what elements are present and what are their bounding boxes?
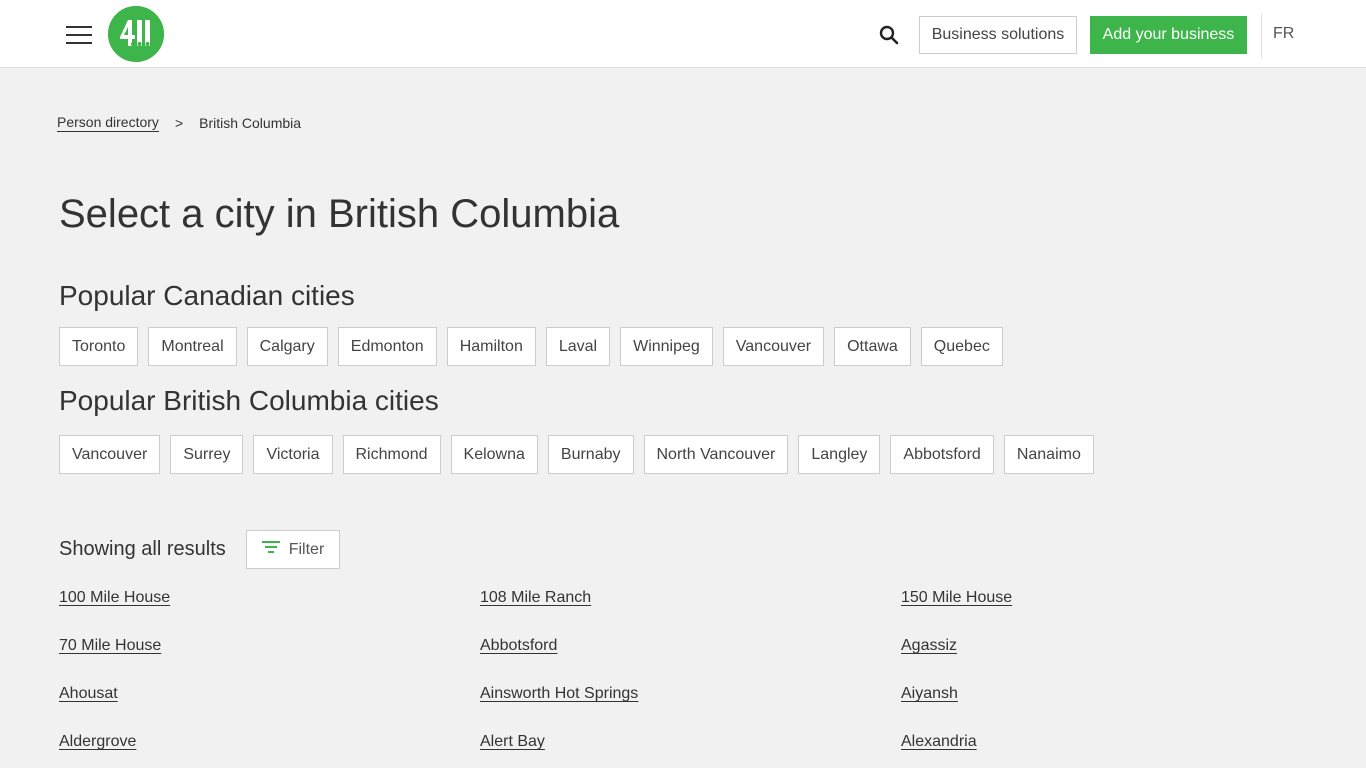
city-chip[interactable]: Abbotsford [890,435,994,474]
logo-411-mark [108,6,164,62]
city-chip[interactable]: Calgary [246,327,328,366]
city-chip[interactable]: Richmond [342,435,441,474]
city-link[interactable]: Aldergrove [59,732,480,768]
filter-button[interactable]: Filter [246,530,340,569]
city-chip[interactable]: Winnipeg [620,327,713,366]
breadcrumb-person-directory[interactable]: Person directory [57,114,159,132]
city-chip[interactable]: Hamilton [446,327,536,366]
filter-icon [261,540,280,559]
site-header: Business solutions Add your business FR [0,0,1366,68]
city-chip[interactable]: Ottawa [834,327,911,366]
city-link[interactable]: Ainsworth Hot Springs [480,684,901,732]
breadcrumb-current: British Columbia [199,115,302,131]
page-title: Select a city in British Columbia [59,192,620,236]
language-toggle[interactable]: FR [1273,25,1294,43]
city-chip[interactable]: Vancouver [722,327,825,366]
city-chip[interactable]: Victoria [253,435,333,474]
popular-bc-title: Popular British Columbia cities [59,385,439,416]
city-chip[interactable]: North Vancouver [643,435,789,474]
city-link[interactable]: 108 Mile Ranch [480,588,901,636]
popular-bc-cities: Vancouver Surrey Victoria Richmond Kelow… [59,435,1094,474]
city-chip[interactable]: Edmonton [337,327,437,366]
popular-canadian-cities: Toronto Montreal Calgary Edmonton Hamilt… [59,327,1003,366]
city-link[interactable]: Alert Bay [480,732,901,768]
city-link[interactable]: Abbotsford [480,636,901,684]
city-chip[interactable]: Vancouver [59,435,161,474]
filter-label: Filter [288,540,325,558]
search-icon[interactable] [878,24,900,46]
breadcrumb-separator: > [174,115,184,131]
city-chip[interactable]: Langley [798,435,881,474]
city-chip[interactable]: Montreal [148,327,237,366]
city-link[interactable]: Alexandria [901,732,1322,768]
city-chip[interactable]: Toronto [59,327,139,366]
city-chip[interactable]: Laval [545,327,611,366]
city-chip[interactable]: Nanaimo [1003,435,1094,474]
results-label: Showing all results [59,538,226,560]
business-solutions-button[interactable]: Business solutions [919,16,1077,54]
city-link[interactable]: 100 Mile House [59,588,480,636]
site-logo[interactable] [108,6,164,62]
city-list: 100 Mile House 108 Mile Ranch 150 Mile H… [59,588,1323,768]
menu-icon[interactable] [66,24,92,44]
city-chip[interactable]: Kelowna [450,435,538,474]
city-link[interactable]: Agassiz [901,636,1322,684]
city-link[interactable]: Aiyansh [901,684,1322,732]
city-link[interactable]: Ahousat [59,684,480,732]
header-divider [1261,14,1262,58]
city-link[interactable]: 70 Mile House [59,636,480,684]
city-chip[interactable]: Burnaby [547,435,634,474]
add-your-business-button[interactable]: Add your business [1090,16,1247,54]
popular-canadian-title: Popular Canadian cities [59,280,355,311]
breadcrumb: Person directory > British Columbia [57,114,301,132]
city-chip[interactable]: Surrey [170,435,244,474]
city-chip[interactable]: Quebec [920,327,1003,366]
city-link[interactable]: 150 Mile House [901,588,1322,636]
